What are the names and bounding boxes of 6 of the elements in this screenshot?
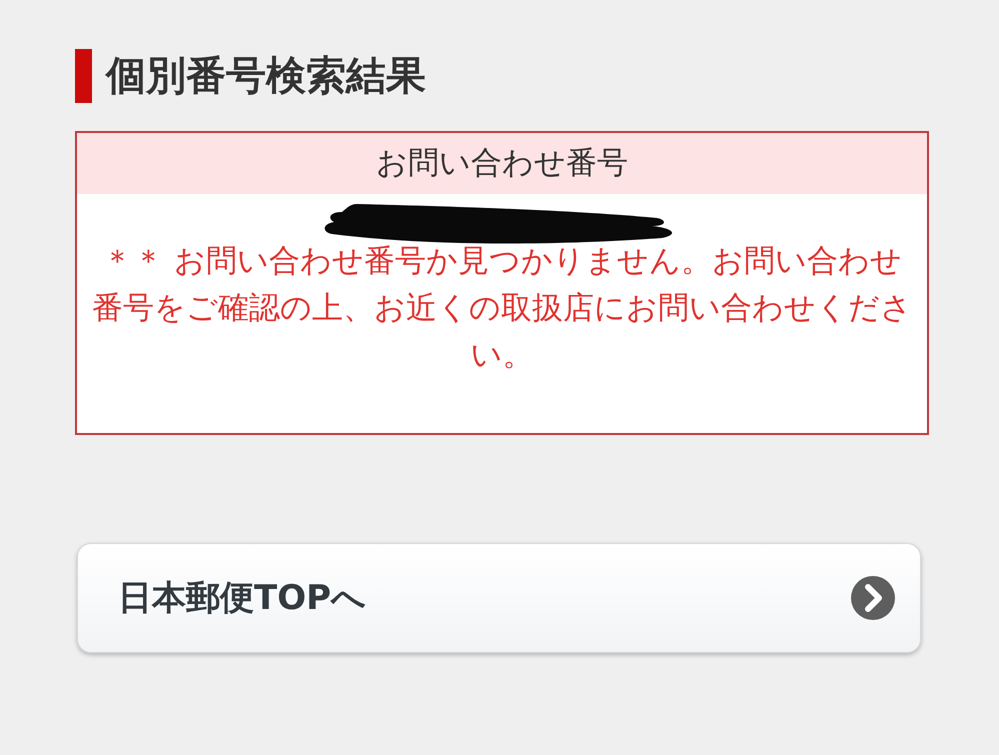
heading-accent-bar — [75, 49, 92, 103]
chevron-right-icon — [850, 575, 896, 621]
page-heading: 個別番号検索結果 — [106, 52, 426, 100]
home-link-button[interactable]: 日本郵便TOPへ — [77, 543, 921, 653]
error-message: ＊＊ お問い合わせ番号か見つかりません。お問い合わせ番号をご確認の上、お近くの取扱店にお問い合わせください。 — [91, 242, 913, 375]
result-header: お問い合わせ番号 — [77, 133, 927, 194]
